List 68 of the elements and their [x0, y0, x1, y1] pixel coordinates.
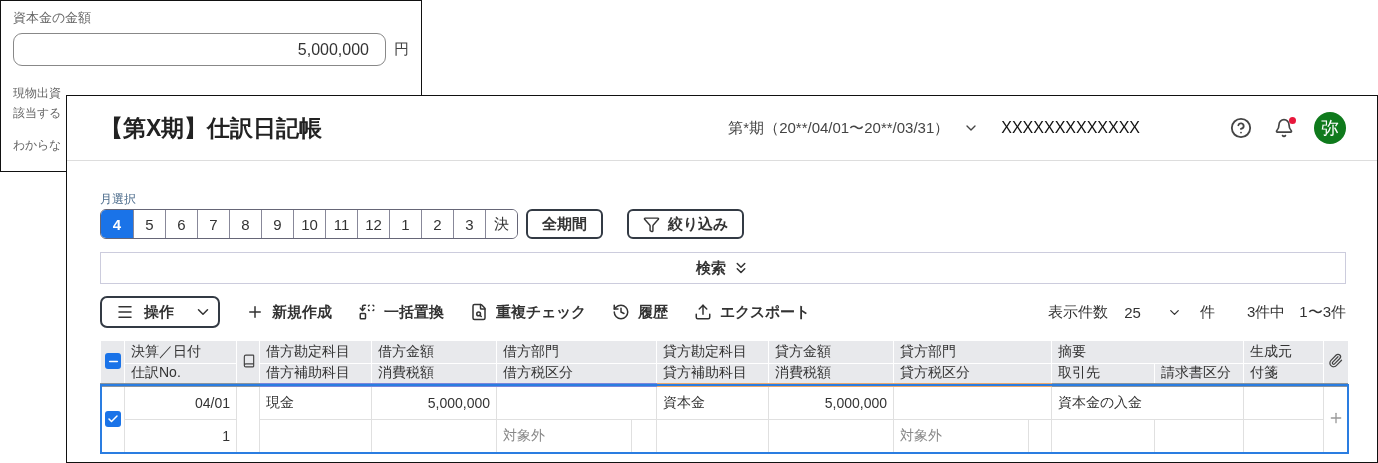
company-name: XXXXXXXXXXXXX [1001, 119, 1140, 137]
note-text: 該当する [13, 105, 62, 122]
field-label: 資本金の金額 [13, 9, 92, 27]
column-header: 仕訳No. [124, 363, 237, 385]
column-header: 取引先 [1051, 363, 1155, 385]
menu-icon [116, 303, 134, 321]
month-tab[interactable]: 4 [101, 210, 133, 238]
bell-icon[interactable] [1274, 118, 1294, 138]
table-cell: 資本金 [663, 393, 705, 410]
search-toggle[interactable]: 検索 [100, 252, 1346, 284]
per-page-select[interactable]: 25 [1124, 303, 1182, 321]
user-avatar[interactable]: 弥 [1314, 112, 1346, 144]
all-period-button[interactable]: 全期間 [526, 209, 603, 239]
column-header: 摘要 [1051, 341, 1244, 363]
period-select[interactable]: 第*期（20**/04/01〜20**/03/31） [728, 118, 950, 138]
filter-icon [643, 215, 660, 233]
month-tab[interactable]: 決 [485, 210, 517, 238]
toolbar-action[interactable]: 履歴 [612, 302, 668, 322]
unit-label: 円 [394, 40, 409, 59]
column-header: 貸方税区分 [893, 363, 1052, 385]
table-cell: 1 [222, 428, 230, 444]
filter-button[interactable]: 絞り込み [627, 209, 744, 239]
table-cell: 対象外 [900, 427, 942, 443]
page-title: 【第X期】仕訳日記帳 [100, 113, 323, 143]
toolbar-action[interactable]: エクスポート [694, 302, 810, 322]
column-header: 借方税区分 [496, 363, 657, 385]
column-header: 貸方勘定科目 [656, 341, 769, 363]
toolbar-action[interactable]: 一括置換 [358, 302, 444, 322]
select-all-checkbox[interactable] [105, 353, 121, 370]
toolbar-action[interactable]: 新規作成 [246, 302, 332, 322]
per-page-unit: 件 [1199, 302, 1215, 322]
column-header: 請求書区分 [1154, 363, 1244, 385]
table-cell: 04/01 [194, 394, 230, 411]
table-cell: 対象外 [503, 427, 545, 443]
column-header: 借方部門 [496, 341, 657, 363]
note-text: わからな [13, 137, 62, 154]
paperclip-icon[interactable] [1328, 353, 1343, 368]
toolbar-action[interactable]: 重複チェック [470, 302, 586, 322]
column-header: 貸方補助科目 [656, 363, 769, 385]
operation-menu-button[interactable]: 操作 [100, 296, 220, 328]
table-cell: 現金 [266, 393, 294, 410]
row-checkbox[interactable] [105, 411, 121, 428]
table-cell: 5,000,000 [427, 394, 490, 411]
total-count: 3件中 [1246, 302, 1286, 322]
help-icon[interactable] [1230, 117, 1252, 139]
column-header: 借方補助科目 [259, 363, 372, 385]
document-search-icon [470, 303, 488, 321]
column-header: 借方勘定科目 [259, 341, 372, 363]
note-text: 現物出資 [13, 85, 62, 102]
month-select-label: 月選択 [100, 192, 137, 206]
plus-icon [246, 303, 264, 321]
history-icon [612, 303, 630, 321]
column-header: 決算／日付 [124, 341, 237, 363]
per-page-label: 表示件数 [1048, 302, 1109, 322]
column-header: 貸方金額 [768, 341, 894, 363]
column-header: 消費税額 [768, 363, 894, 385]
amount-field[interactable]: 5,000,000 [13, 33, 386, 66]
column-header: 消費税額 [371, 363, 497, 385]
column-header: 付箋 [1243, 363, 1324, 385]
upload-icon [694, 303, 712, 321]
column-header: 借方金額 [371, 341, 497, 363]
replace-icon [358, 303, 376, 321]
table-cell: 資本金の入金 [1058, 393, 1142, 410]
record-range: 1〜3件 [1299, 302, 1346, 322]
column-header: 貸方部門 [893, 341, 1052, 363]
column-header: 生成元 [1243, 341, 1324, 363]
table-cell: 5,000,000 [824, 394, 887, 411]
book-icon [242, 353, 256, 368]
